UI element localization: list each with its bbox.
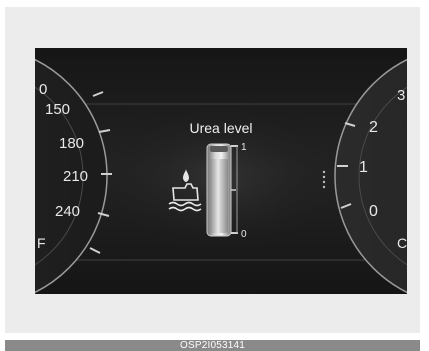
speedometer-tick-label: 210 (63, 168, 88, 185)
tachometer-tick-label: 3 (397, 87, 405, 104)
tachometer-end-mark: C (397, 235, 407, 251)
gauge-title: Urea level (189, 120, 252, 136)
speedometer-tick-label: 180 (59, 135, 84, 152)
gauge-top-cap (210, 146, 228, 152)
indicator-dot (322, 180, 326, 184)
indicator-dot (322, 185, 326, 189)
page: 0 150 180 210 240 F 3 2 1 0 C Urea level… (0, 0, 429, 351)
speedometer-tick-label: 150 (45, 101, 70, 118)
cluster-svg: 0 150 180 210 240 F 3 2 1 0 C Urea level… (35, 48, 407, 294)
speedometer-end-mark: F (37, 235, 46, 251)
tachometer-tick-label: 0 (369, 203, 378, 220)
speedometer-tick-label: 0 (39, 81, 47, 98)
instrument-cluster-display: 0 150 180 210 240 F 3 2 1 0 C Urea level… (35, 48, 407, 294)
figure-caption: OSP2I053141 (5, 340, 420, 351)
tachometer-tick-label: 2 (369, 119, 378, 136)
gauge-max-label: 1 (241, 142, 247, 153)
gauge-min-label: 0 (241, 229, 247, 240)
indicator-dot (322, 175, 326, 179)
gauge-fill-level (210, 159, 228, 233)
tachometer-tick-label: 1 (359, 159, 368, 176)
speedometer-tick-label: 240 (55, 203, 80, 220)
indicator-dot (322, 170, 326, 174)
